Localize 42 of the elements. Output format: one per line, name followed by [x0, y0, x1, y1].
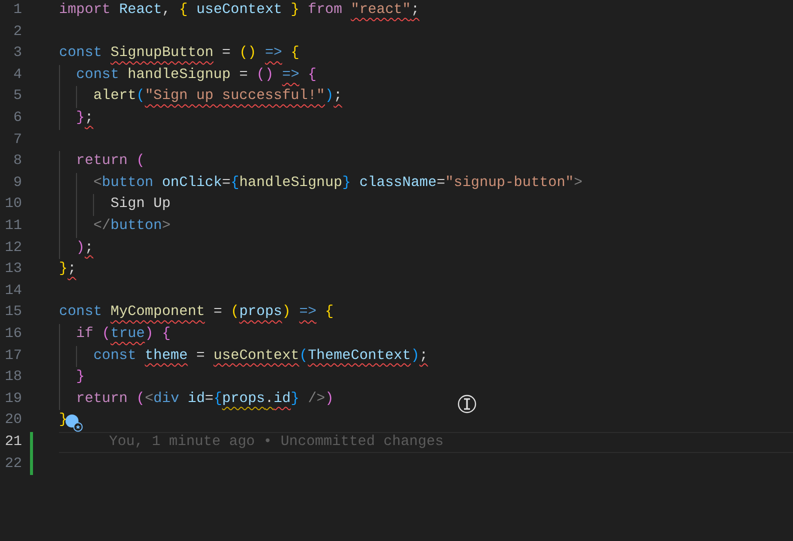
code-line: return (<div id={props.id} />): [75, 390, 334, 409]
code-line: </button>: [92, 217, 171, 236]
line-number: 19: [4, 390, 22, 409]
line-number: 4: [12, 66, 22, 85]
code-line: const handleSignup = () => {: [75, 66, 316, 85]
code-line: );: [75, 238, 94, 258]
line-number: 6: [12, 109, 22, 128]
line-number: 5: [12, 87, 22, 106]
avatar-icon[interactable]: [64, 414, 83, 432]
line-number: 18: [4, 368, 22, 388]
code-line: const theme = useContext(ThemeContext);: [92, 346, 428, 366]
line-number: 22: [4, 454, 22, 474]
code-line: if (true) {: [75, 324, 171, 344]
line-number: 15: [4, 303, 22, 322]
line-number: 8: [12, 152, 22, 172]
line-number: 13: [4, 260, 22, 280]
code-line: <button onClick={handleSignup} className="signup-button">: [92, 174, 582, 193]
line-number: 2: [12, 22, 22, 42]
text-cursor-icon: [457, 394, 477, 414]
line-number: 10: [4, 195, 22, 214]
git-blame-text: You, 1 minute ago • Uncommitted changes: [109, 432, 444, 452]
code-line: }: [59, 411, 68, 430]
code-line: };: [59, 260, 76, 280]
line-number: 7: [12, 130, 22, 150]
code-line: Sign Up: [109, 195, 171, 214]
code-line: import React, { useContext } from "react";: [59, 1, 420, 20]
line-number: 21: [4, 432, 22, 452]
line-number: 1: [12, 1, 22, 20]
line-number: 11: [4, 217, 22, 236]
code-line: return (: [75, 152, 145, 172]
line-number: 3: [12, 44, 22, 64]
line-number: 12: [4, 238, 22, 258]
line-number: 9: [12, 174, 22, 193]
code-line: };: [75, 109, 94, 128]
code-line: alert("Sign up successful!");: [92, 87, 342, 106]
code-line: const MyComponent = (props) => {: [59, 303, 334, 322]
line-number: 20: [4, 411, 22, 430]
line-number: 17: [4, 346, 22, 366]
code-line: const SignupButton = () => {: [59, 44, 300, 64]
code-line: }: [75, 368, 85, 388]
line-number: 14: [4, 282, 22, 301]
line-number: 16: [4, 324, 22, 344]
